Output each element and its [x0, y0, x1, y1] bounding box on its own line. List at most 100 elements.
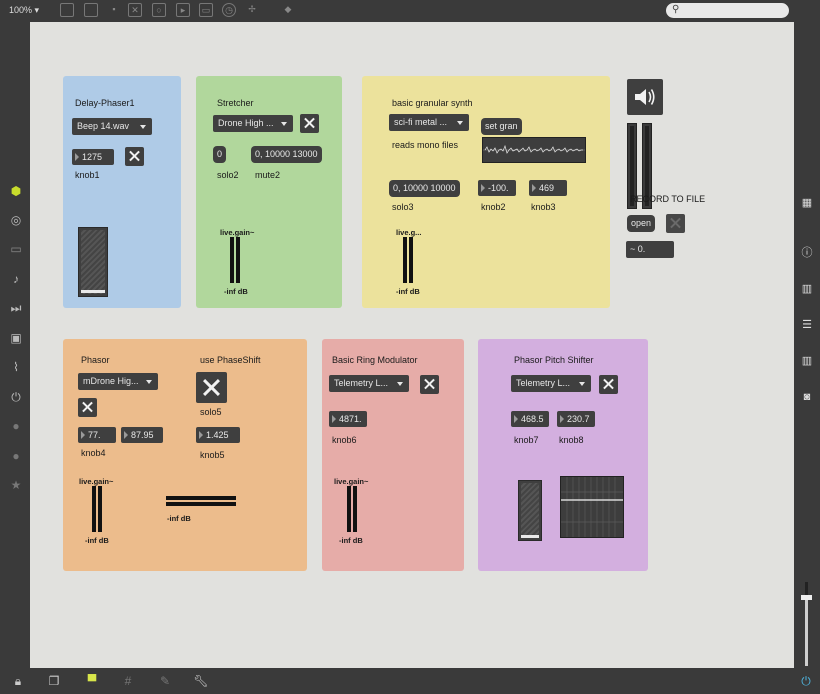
object-split-icon[interactable]: ▭: [199, 3, 213, 17]
record-toggle[interactable]: [666, 214, 685, 233]
step-forward-icon[interactable]: ⏭: [9, 301, 23, 315]
wrench-icon[interactable]: 🔧︎: [193, 674, 209, 688]
mute-toggle[interactable]: [420, 375, 439, 394]
live-gain-label: live.g...: [396, 228, 422, 237]
waveform-display[interactable]: [482, 137, 586, 163]
file-menu[interactable]: Drone High ...: [213, 115, 293, 132]
layout-icon[interactable]: ▭: [9, 242, 23, 256]
gain-db-label: -inf dB: [85, 536, 109, 545]
knob2-number[interactable]: -100.: [478, 180, 516, 196]
object-play-icon[interactable]: ▸: [176, 3, 190, 17]
patcher-canvas: Delay-Phaser1 Beep 14.wav 1275 knob1 Str…: [30, 22, 794, 668]
gain-db-label: -inf dB: [224, 287, 248, 296]
patcher-icon[interactable]: [84, 3, 98, 17]
right-toolbar: ▦ ⓘ ▥ ☰ ▥ ◙: [794, 22, 820, 668]
presentation-icon[interactable]: [60, 3, 74, 17]
lock-icon[interactable]: 🔒︎: [10, 674, 26, 688]
mute-toggle[interactable]: [78, 398, 97, 417]
comment-icon[interactable]: ▪: [107, 3, 121, 17]
open-message[interactable]: open: [627, 215, 656, 232]
search-icon: ⚲: [672, 4, 680, 15]
search-field[interactable]: ⚲: [666, 3, 789, 18]
knob6-label: knob6: [332, 435, 357, 445]
music-note-icon[interactable]: ♪: [9, 272, 23, 286]
object-x-icon[interactable]: ✕: [128, 3, 142, 17]
move-icon[interactable]: ✢: [245, 3, 259, 17]
file-menu[interactable]: Telemetry L...: [329, 375, 409, 392]
package-cube-icon[interactable]: ⬢: [9, 184, 23, 198]
mute-toggle[interactable]: [599, 375, 618, 394]
horizontal-gain-meter-top: [166, 496, 236, 500]
panel-stretcher: Stretcher Drone High ... 0 0, 10000 1300…: [196, 76, 342, 308]
paint-icon[interactable]: ◆: [281, 3, 295, 17]
horizontal-gain-meter-bottom: [166, 502, 236, 506]
phaseshift-solo-toggle[interactable]: [196, 372, 227, 403]
phaseshift-title: use PhaseShift: [200, 355, 261, 365]
top-toolbar: 100% ▾ ▪ ✕ ○ ▸ ▭ ◷ ✢ ◆ ⚲: [0, 0, 820, 22]
horizontal-gain-db-label: -inf dB: [167, 514, 191, 523]
panel-pitch-shifter: Phasor Pitch Shifter Telemetry L... 468.…: [478, 339, 648, 571]
target-icon[interactable]: ◎: [9, 213, 23, 227]
close-toggle[interactable]: [300, 114, 319, 133]
knob8-label: knob8: [559, 435, 584, 445]
circle-icon[interactable]: ●: [9, 449, 23, 463]
camera-icon[interactable]: ◙: [799, 390, 815, 404]
zoom-selector[interactable]: 100% ▾: [9, 5, 39, 16]
panel-title: Stretcher: [217, 98, 254, 108]
knob3-label: knob3: [531, 202, 556, 212]
list-icon[interactable]: ☰: [799, 318, 815, 332]
object-o-icon[interactable]: ○: [152, 3, 166, 17]
multislider-display[interactable]: [560, 476, 624, 538]
star-icon[interactable]: ★: [9, 478, 23, 492]
gain-slider[interactable]: [78, 227, 108, 297]
windows-icon[interactable]: ❐: [46, 674, 62, 688]
reference-icon[interactable]: ▥: [799, 354, 815, 368]
panel-title: Phasor: [81, 355, 110, 365]
paperclip-icon[interactable]: ⌇: [9, 360, 23, 374]
mute-toggle[interactable]: [125, 147, 144, 166]
knob8-number[interactable]: 230.7: [557, 411, 595, 427]
file-menu[interactable]: mDrone Hig...: [78, 373, 158, 390]
clock-icon[interactable]: ◷: [222, 3, 236, 17]
badge-icon[interactable]: ●: [9, 419, 23, 433]
file-menu[interactable]: sci-fi metal ...: [389, 114, 469, 131]
book-icon[interactable]: ▥: [799, 282, 815, 296]
presentation-mode-icon[interactable]: ▀: [84, 674, 100, 688]
knob3-number[interactable]: 469: [529, 180, 567, 196]
knob6-number[interactable]: 4871.: [329, 411, 367, 427]
gain-slider[interactable]: [518, 480, 542, 541]
info-icon[interactable]: ⓘ: [799, 246, 815, 260]
power-icon[interactable]: ⏻: [798, 674, 814, 688]
live-gain-label: live.gain~: [220, 228, 255, 237]
knob4-number[interactable]: 77.: [78, 427, 116, 443]
bottom-toolbar: 🔒︎ ❐ ▀ # ✎ 🔧︎ ⏻: [0, 668, 820, 694]
panel-granular-synth: basic granular synth sci-fi metal ... se…: [362, 76, 610, 308]
live-gain-label: live.gain~: [79, 477, 114, 486]
grid-icon[interactable]: ▦: [799, 196, 815, 210]
knob5-number[interactable]: 1.425: [196, 427, 240, 443]
list-message[interactable]: 0, 10000 13000: [251, 146, 322, 163]
knob4-label: knob4: [81, 448, 106, 458]
grid-toggle-icon[interactable]: #: [120, 674, 136, 688]
panel-ring-modulator: Basic Ring Modulator Telemetry L... 4871…: [322, 339, 464, 571]
list-message[interactable]: 0, 10000 10000: [389, 180, 460, 197]
image-icon[interactable]: ▣: [9, 331, 23, 345]
panel-phasor: Phasor use PhaseShift mDrone Hig... solo…: [63, 339, 307, 571]
panel-title: Basic Ring Modulator: [332, 355, 418, 365]
set-gran-message[interactable]: set gran: [481, 118, 522, 135]
record-to-file-label: RECORD TO FILE: [630, 194, 706, 204]
volume-slider-thumb[interactable]: [801, 595, 812, 600]
gain-db-label: -inf dB: [396, 287, 420, 296]
knob1-number[interactable]: 1275: [72, 149, 114, 165]
file-menu[interactable]: Beep 14.wav: [72, 118, 152, 135]
plug-icon[interactable]: ⏻: [9, 390, 23, 404]
solo-message[interactable]: 0: [213, 146, 227, 163]
knob7-number[interactable]: 468.5: [511, 411, 549, 427]
snap-icon[interactable]: ✎: [157, 674, 173, 688]
signal-number[interactable]: ~ 0.: [626, 241, 674, 258]
file-menu[interactable]: Telemetry L...: [511, 375, 591, 392]
knob1-label: knob1: [75, 170, 100, 180]
speaker-toggle[interactable]: [627, 79, 663, 115]
knob-extra-number[interactable]: 87.95: [121, 427, 163, 443]
panel-delay-phaser: Delay-Phaser1 Beep 14.wav 1275 knob1: [63, 76, 181, 308]
